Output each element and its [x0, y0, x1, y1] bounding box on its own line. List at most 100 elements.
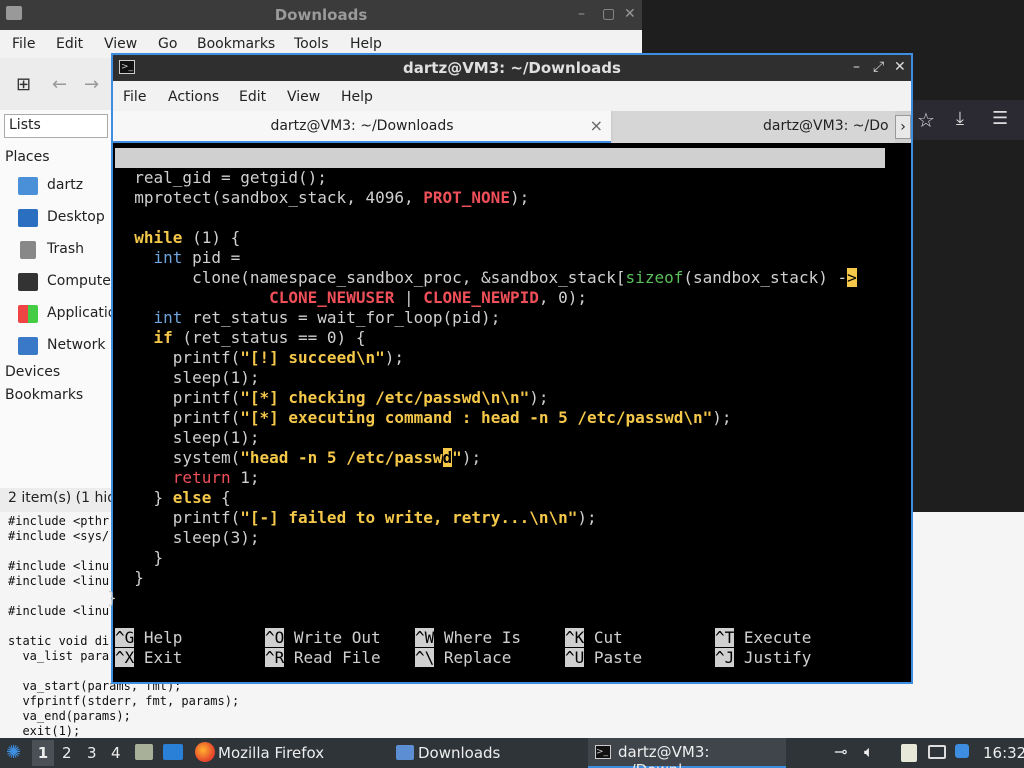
- menu-go[interactable]: Go: [158, 36, 177, 52]
- clipboard-icon[interactable]: [901, 744, 917, 762]
- workspace-2[interactable]: 2: [62, 740, 72, 766]
- maximize-icon[interactable]: ▢: [602, 6, 615, 22]
- code-line: clone(namespace_sandbox_proc, &sandbox_s…: [115, 268, 857, 287]
- menu-tools[interactable]: Tools: [294, 36, 329, 52]
- file-manager-sidebar: Lists Places dartz Desktop Trash Compute…: [0, 110, 112, 512]
- minimize-icon[interactable]: –: [853, 59, 860, 75]
- start-menu-icon[interactable]: ✺: [6, 742, 21, 763]
- nano-editor[interactable]: GNU nano 6.2 exp.c real_gid = getgid(); …: [107, 143, 911, 682]
- code-line: }: [115, 568, 144, 587]
- tab-scroll-right-icon[interactable]: ›: [895, 115, 911, 139]
- sidebar-item-dartz[interactable]: dartz: [0, 171, 112, 201]
- shortcut-write-out[interactable]: ^O Write Out: [265, 628, 381, 648]
- workspace-1[interactable]: 1: [32, 740, 54, 766]
- code-line: CLONE_NEWUSER | CLONE_NEWPID, 0);: [269, 288, 588, 307]
- back-icon[interactable]: ←: [52, 74, 67, 95]
- code-line: int pid =: [153, 248, 241, 267]
- taskbar-firefox[interactable]: Mozilla Firefox: [218, 740, 324, 766]
- bg-code-line: exit(1);: [8, 724, 81, 738]
- terminal-icon: >_: [595, 745, 611, 759]
- code-line: return 1;: [172, 468, 260, 487]
- shortcut-exit[interactable]: ^X Exit: [115, 648, 182, 668]
- update-notifier-icon[interactable]: [955, 744, 969, 758]
- menu-help[interactable]: Help: [350, 36, 382, 52]
- maximize-icon[interactable]: ⤢: [873, 59, 884, 75]
- bg-code-line: va_end(params);: [8, 709, 131, 723]
- forward-icon[interactable]: →: [84, 74, 99, 95]
- display-icon[interactable]: [928, 745, 946, 759]
- menu-edit[interactable]: Edit: [239, 89, 266, 105]
- code-line: printf("[-] failed to write, retry...\n\…: [115, 508, 597, 527]
- lists-dropdown[interactable]: Lists: [4, 114, 108, 138]
- close-icon[interactable]: ✕: [894, 59, 906, 75]
- file-manager-launcher-icon[interactable]: [135, 744, 153, 760]
- shortcut-where-is[interactable]: ^W Where Is: [415, 628, 521, 648]
- shortcut-cut[interactable]: ^K Cut: [565, 628, 623, 648]
- code-line: while (1) {: [134, 228, 241, 247]
- firefox-icon: [195, 742, 215, 762]
- taskbar-downloads[interactable]: Downloads: [418, 740, 500, 766]
- code-line: sleep(1);: [115, 428, 260, 447]
- bookmark-star-icon[interactable]: ☆: [917, 108, 935, 132]
- terminal-menubar: File Actions Edit View Help: [113, 81, 911, 111]
- devices-heading: Devices: [5, 364, 61, 380]
- shortcut-read-file[interactable]: ^R Read File: [265, 648, 381, 668]
- code-line: sleep(1);: [115, 368, 260, 387]
- menu-file[interactable]: File: [12, 36, 35, 52]
- tab-downloads-second[interactable]: dartz@VM3: ~/Do: [613, 111, 895, 143]
- file-manager-title: Downloads: [274, 6, 368, 24]
- desktop-launcher-icon[interactable]: [163, 744, 183, 760]
- sidebar-item-network[interactable]: Network: [0, 331, 112, 361]
- file-manager-titlebar[interactable]: Downloads – ▢ ✕: [0, 0, 642, 30]
- shortcut-execute[interactable]: ^T Execute: [715, 628, 811, 648]
- code-line: }: [107, 588, 117, 607]
- code-line: }: [115, 548, 164, 567]
- menu-view[interactable]: View: [104, 36, 137, 52]
- workspace-3[interactable]: 3: [87, 740, 97, 766]
- code-line: system("head -n 5 /etc/passwd");: [115, 448, 482, 467]
- bg-code-line: vfprintf(stderr, fmt, params);: [8, 694, 240, 708]
- menu-view[interactable]: View: [287, 89, 320, 105]
- code-line: printf("[!] succeed\n");: [115, 348, 404, 367]
- menu-file[interactable]: File: [123, 89, 146, 105]
- menu-actions[interactable]: Actions: [168, 89, 219, 105]
- code-line: sleep(3);: [115, 528, 260, 547]
- menu-edit[interactable]: Edit: [56, 36, 83, 52]
- file-manager-status: 2 item(s) (1 hidd: [0, 488, 112, 512]
- clock: 16:32: [983, 744, 1024, 762]
- download-icon[interactable]: ⤓: [956, 108, 964, 129]
- tab-close-icon[interactable]: ×: [590, 111, 603, 141]
- close-icon[interactable]: ✕: [624, 6, 636, 22]
- terminal-titlebar[interactable]: >_ dartz@VM3: ~/Downloads – ⤢ ✕: [113, 55, 911, 81]
- folder-icon: [396, 745, 414, 760]
- shortcut-replace[interactable]: ^\ Replace: [415, 648, 511, 668]
- shortcut-help[interactable]: ^G Help: [115, 628, 182, 648]
- minimize-icon[interactable]: –: [578, 6, 585, 22]
- hamburger-menu-icon[interactable]: ☰: [992, 108, 1008, 129]
- code-line: mprotect(sandbox_stack, 4096, PROT_NONE)…: [115, 188, 530, 207]
- terminal-tabbar: dartz@VM3: ~/Downloads × dartz@VM3: ~/Do…: [113, 111, 911, 143]
- menu-bookmarks[interactable]: Bookmarks: [197, 36, 275, 52]
- sidebar-item-applications[interactable]: Applicatio: [0, 299, 112, 329]
- sidebar-item-desktop[interactable]: Desktop: [0, 203, 112, 233]
- code-line: int ret_status = wait_for_loop(pid);: [153, 308, 501, 327]
- code-line: printf("[*] executing command : head -n …: [115, 408, 732, 427]
- code-line: if (ret_status == 0) {: [153, 328, 366, 347]
- sidebar-item-computer[interactable]: Compute: [0, 267, 112, 297]
- menu-help[interactable]: Help: [341, 89, 373, 105]
- new-tab-icon[interactable]: ⊞: [16, 74, 31, 95]
- taskbar: ✺ 1 2 3 4 Mozilla Firefox Downloads >_ d…: [0, 738, 1024, 768]
- taskbar-terminal-active[interactable]: >_ dartz@VM3: ~/Downl...: [588, 738, 786, 768]
- volume-icon[interactable]: 🔈︎: [864, 742, 874, 762]
- code-line: real_gid = getgid();: [115, 168, 327, 187]
- file-manager-toolbar: ⊞ ← →: [0, 58, 112, 110]
- terminal-title: dartz@VM3: ~/Downloads: [403, 59, 621, 77]
- trash-icon: [20, 241, 36, 259]
- shortcut-justify[interactable]: ^J Justify: [715, 648, 811, 668]
- home-folder-icon: [18, 177, 38, 195]
- tab-downloads-active[interactable]: dartz@VM3: ~/Downloads ×: [113, 111, 611, 143]
- network-tray-icon[interactable]: ⊸: [834, 742, 847, 761]
- sidebar-item-trash[interactable]: Trash: [0, 235, 112, 265]
- workspace-4[interactable]: 4: [111, 740, 121, 766]
- shortcut-paste[interactable]: ^U Paste: [565, 648, 642, 668]
